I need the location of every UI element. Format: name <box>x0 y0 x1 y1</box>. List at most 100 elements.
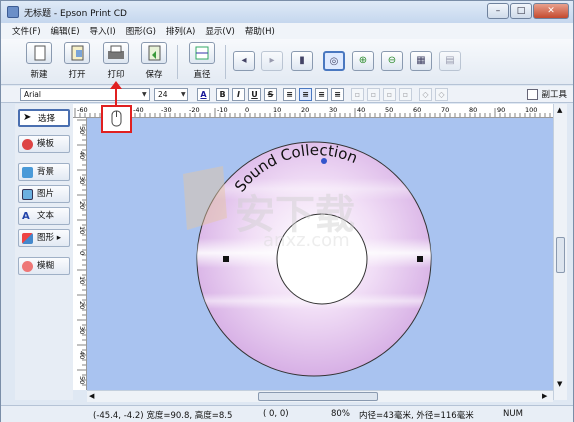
sub-tool-button[interactable]: 副工具 <box>527 88 567 100</box>
print-button[interactable]: 打印 <box>97 42 135 82</box>
status-position: (-45.4, -4.2) 宽度=90.8, 高度=8.5 <box>93 411 233 421</box>
ruler-label: -60 <box>77 106 88 114</box>
justify-icon: ≡ <box>334 90 341 99</box>
app-icon <box>7 6 19 18</box>
cylinder-button[interactable]: ▮ <box>291 51 313 71</box>
menu-graphics[interactable]: 图形(G) <box>121 25 161 37</box>
vertical-scrollbar[interactable]: ▲ ▼ <box>553 104 567 400</box>
strikethrough-button[interactable]: S <box>264 88 277 101</box>
toolbar-separator <box>177 45 178 79</box>
tool-background[interactable]: 背景 <box>18 163 70 181</box>
scroll-right-icon[interactable]: ▶ <box>542 392 547 400</box>
font-select[interactable]: Arial <box>20 88 150 101</box>
ruler-label: 70 <box>441 106 449 114</box>
vertical-scroll-thumb[interactable] <box>556 237 565 273</box>
open-button[interactable]: 打开 <box>58 42 96 82</box>
rotation-handle[interactable] <box>321 158 327 164</box>
save-icon <box>141 42 167 64</box>
flip-button[interactable]: ◇ <box>435 88 448 101</box>
menu-arrange[interactable]: 排列(A) <box>161 25 200 37</box>
menu-import[interactable]: 导入(I) <box>85 25 121 37</box>
align-left-icon: ≡ <box>286 90 293 99</box>
undo-icon: ◂ <box>241 55 247 66</box>
scroll-left-icon[interactable]: ◀ <box>89 392 94 400</box>
align-center-icon: ≡ <box>302 90 309 99</box>
close-button[interactable]: ✕ <box>533 3 569 19</box>
tool-shape[interactable]: 图形 ▸ <box>18 229 70 247</box>
group-icon: ▫ <box>386 90 393 99</box>
horizontal-scroll-thumb[interactable] <box>258 392 378 401</box>
app-window: 无标题 - Epson Print CD – □ ✕ 文件(F) 编辑(E) 导… <box>0 0 574 422</box>
zoom-fit-button[interactable]: ◎ <box>323 51 345 71</box>
tool-template-label: 模板 <box>37 139 55 149</box>
menu-view[interactable]: 显示(V) <box>200 25 239 37</box>
open-label: 打开 <box>68 70 86 80</box>
grid-button[interactable]: ▦ <box>410 51 432 71</box>
ruler-label: 30 <box>78 326 86 334</box>
ruler-label: 20 <box>78 201 86 209</box>
new-button[interactable]: 新建 <box>20 42 58 82</box>
bring-forward-button[interactable]: ▫ <box>351 88 364 101</box>
align-left-button[interactable]: ≡ <box>283 88 296 101</box>
menu-edit[interactable]: 编辑(E) <box>46 25 85 37</box>
tool-panel: ➤ 选择 模板 背景 图片 A 文本 图形 ▸ 模糊 <box>15 104 73 400</box>
ruler-label: 60 <box>413 106 421 114</box>
selection-handle[interactable] <box>417 256 423 262</box>
blur-icon <box>22 261 33 272</box>
align-right-icon: ≡ <box>318 90 325 99</box>
underline-button[interactable]: U <box>248 88 261 101</box>
ruler-label: 20 <box>78 301 86 309</box>
scroll-up-icon[interactable]: ▲ <box>557 106 562 114</box>
pointer-callout <box>101 105 132 133</box>
ruler-label: 10 <box>78 226 86 234</box>
vertical-ruler: 50 40 30 20 10 0 10 20 30 40 50 <box>73 118 87 390</box>
justify-button[interactable]: ≡ <box>331 88 344 101</box>
undo-button[interactable]: ◂ <box>233 51 255 71</box>
tool-background-label: 背景 <box>37 167 55 177</box>
menu-help[interactable]: 帮助(H) <box>240 25 280 37</box>
tool-image[interactable]: 图片 <box>18 185 70 203</box>
ruler-label: -40 <box>133 106 144 114</box>
printer-icon <box>103 42 129 64</box>
ungroup-button[interactable]: ▫ <box>399 88 412 101</box>
maximize-button[interactable]: □ <box>510 3 532 19</box>
ruler-label: 10 <box>78 276 86 284</box>
red-arrow-icon <box>110 81 122 105</box>
font-color-button[interactable]: A <box>197 88 210 101</box>
group-button[interactable]: ▫ <box>383 88 396 101</box>
scroll-down-icon[interactable]: ▼ <box>557 380 562 388</box>
open-icon <box>64 42 90 64</box>
tool-text[interactable]: A 文本 <box>18 207 70 225</box>
layout-button[interactable]: ▤ <box>439 51 461 71</box>
zoom-out-button[interactable]: ⊖ <box>381 51 403 71</box>
bold-button[interactable]: B <box>216 88 229 101</box>
tool-select[interactable]: ➤ 选择 <box>18 109 70 127</box>
rotate-button[interactable]: ◇ <box>419 88 432 101</box>
ruler-label: 40 <box>78 351 86 359</box>
selection-handle[interactable] <box>223 256 229 262</box>
italic-button[interactable]: I <box>232 88 245 101</box>
align-center-button[interactable]: ≡ <box>299 88 312 101</box>
zoom-in-button[interactable]: ⊕ <box>352 51 374 71</box>
save-button[interactable]: 保存 <box>135 42 173 82</box>
disc-view-icon: ◎ <box>329 56 339 67</box>
menu-file[interactable]: 文件(F) <box>7 25 46 37</box>
tool-template[interactable]: 模板 <box>18 135 70 153</box>
status-coords: ( 0, 0) <box>263 409 289 419</box>
minimize-button[interactable]: – <box>487 3 509 19</box>
zoom-in-icon: ⊕ <box>358 55 368 66</box>
ruler-label: 10 <box>273 106 281 114</box>
new-document-icon <box>26 42 52 64</box>
chevron-down-icon: ▼ <box>181 91 186 98</box>
image-icon <box>22 189 33 200</box>
tool-blur[interactable]: 模糊 <box>18 257 70 275</box>
redo-button[interactable]: ▸ <box>261 51 283 71</box>
ruler-label: 80 <box>469 106 477 114</box>
arrow-cursor-icon: ➤ <box>23 112 32 123</box>
design-canvas[interactable]: Sound Collection 安下载 anxz.com <box>87 118 561 390</box>
horizontal-scrollbar[interactable]: ◀ ▶ <box>87 390 553 402</box>
align-right-button[interactable]: ≡ <box>315 88 328 101</box>
ruler-label: 40 <box>78 151 86 159</box>
send-backward-button[interactable]: ▫ <box>367 88 380 101</box>
diameter-button[interactable]: 直径 <box>183 42 221 82</box>
